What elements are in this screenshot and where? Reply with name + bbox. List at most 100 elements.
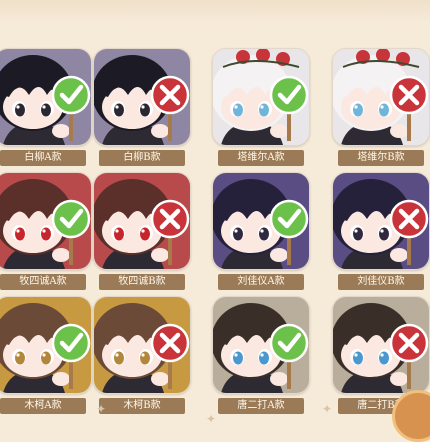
eye-iris [259, 227, 269, 241]
hand-shape [270, 124, 288, 138]
eye-highlight [234, 353, 238, 357]
eye-iris [233, 227, 243, 241]
eye-highlight [115, 229, 119, 233]
badge-grid: 白柳A款 白柳B款 塔维尔A款 塔维尔B款 牧四诚A款 牧四诚B款 刘佳仪A款 … [0, 0, 430, 430]
eye-iris [114, 103, 124, 117]
check-sign [269, 75, 309, 115]
eye-iris [353, 103, 363, 117]
eye-iris [379, 227, 389, 241]
check-sign [269, 199, 309, 239]
badge-image [212, 296, 310, 394]
check-sign [51, 75, 91, 115]
badge-image [93, 48, 191, 146]
hand-shape [390, 372, 408, 386]
corner-ornament [392, 390, 430, 442]
badge-label: 木柯B款 [99, 398, 185, 414]
eye-highlight [234, 229, 238, 233]
eye-highlight [260, 105, 264, 109]
eye-highlight [380, 105, 384, 109]
hand-shape [151, 248, 169, 262]
eye-highlight [16, 105, 20, 109]
eye-highlight [16, 229, 20, 233]
eye-highlight [42, 229, 46, 233]
eye-iris [233, 351, 243, 365]
badge-label: 唐二打A款 [218, 398, 304, 414]
sign-stick [407, 111, 411, 141]
badge-label: 牧四诚B款 [99, 274, 185, 290]
badge-label: 木柯A款 [0, 398, 86, 414]
eye-highlight [141, 353, 145, 357]
eye-highlight [354, 105, 358, 109]
badge-image [212, 48, 310, 146]
check-sign [51, 323, 91, 363]
sign-stick [287, 235, 291, 265]
eye-highlight [16, 353, 20, 357]
badge-image [212, 172, 310, 270]
check-sign [51, 199, 91, 239]
hand-shape [52, 124, 70, 138]
hand-shape [270, 248, 288, 262]
badge-label: 白柳B款 [99, 150, 185, 166]
eye-highlight [260, 229, 264, 233]
badge-label: 刘佳仪A款 [218, 274, 304, 290]
eye-highlight [141, 229, 145, 233]
sparkle-icon: ✦ [206, 412, 217, 426]
eye-highlight [115, 105, 119, 109]
sign-stick [287, 111, 291, 141]
badge-label: 刘佳仪B款 [338, 274, 424, 290]
eye-iris [41, 351, 51, 365]
eye-highlight [234, 105, 238, 109]
eye-iris [140, 103, 150, 117]
eye-iris [140, 227, 150, 241]
hand-shape [390, 124, 408, 138]
eye-iris [259, 103, 269, 117]
sign-stick [407, 359, 411, 389]
badge-image [93, 172, 191, 270]
eye-iris [379, 351, 389, 365]
hand-shape [52, 248, 70, 262]
badge-image [332, 172, 430, 270]
eye-iris [15, 227, 25, 241]
check-sign [269, 323, 309, 363]
eye-iris [353, 351, 363, 365]
eye-highlight [42, 105, 46, 109]
badge-label: 塔维尔A款 [218, 150, 304, 166]
eye-highlight [354, 229, 358, 233]
badge-image [0, 172, 92, 270]
eye-iris [140, 351, 150, 365]
badge-image [0, 296, 92, 394]
eye-highlight [42, 353, 46, 357]
sign-stick [287, 359, 291, 389]
eye-iris [259, 351, 269, 365]
sign-stick [69, 235, 73, 265]
sign-stick [69, 359, 73, 389]
sign-stick [168, 235, 172, 265]
eye-iris [379, 103, 389, 117]
sign-stick [407, 235, 411, 265]
sparkle-icon: ✦ [322, 402, 333, 416]
badge-image [0, 48, 92, 146]
eye-iris [41, 227, 51, 241]
sparkle-icon: ✦ [96, 402, 107, 416]
eye-iris [15, 103, 25, 117]
eye-iris [15, 351, 25, 365]
eye-highlight [380, 353, 384, 357]
eye-highlight [354, 353, 358, 357]
badge-label: 白柳A款 [0, 150, 86, 166]
eye-iris [233, 103, 243, 117]
badge-image [332, 296, 430, 394]
eye-iris [41, 103, 51, 117]
eye-iris [353, 227, 363, 241]
eye-highlight [260, 353, 264, 357]
hand-shape [151, 124, 169, 138]
hand-shape [151, 372, 169, 386]
badge-label: 牧四诚A款 [0, 274, 86, 290]
eye-highlight [115, 353, 119, 357]
sign-stick [69, 111, 73, 141]
eye-highlight [141, 105, 145, 109]
sign-stick [168, 111, 172, 141]
badge-label: 塔维尔B款 [338, 150, 424, 166]
hand-shape [52, 372, 70, 386]
hand-shape [270, 372, 288, 386]
eye-iris [114, 227, 124, 241]
